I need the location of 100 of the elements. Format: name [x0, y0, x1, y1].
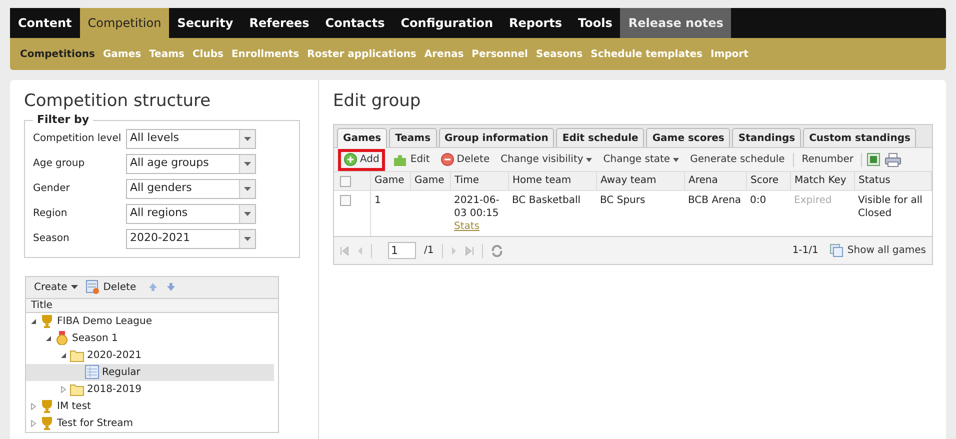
- tree-item[interactable]: 2020-2021: [26, 346, 278, 364]
- delete-document-icon: [86, 280, 100, 294]
- tab[interactable]: Game scores: [646, 128, 730, 147]
- trophy-icon: [40, 399, 54, 413]
- minus-icon: [440, 153, 454, 166]
- column-header: Title: [26, 298, 278, 312]
- puzzle-icon: [393, 152, 408, 166]
- panel-title: Edit group: [333, 90, 422, 112]
- nav-tab[interactable]: Release notes: [620, 8, 732, 38]
- next-page-icon[interactable]: [450, 246, 457, 256]
- column-header[interactable]: Game: [370, 172, 410, 190]
- column-header[interactable]: Away team: [596, 172, 684, 190]
- tree-item[interactable]: 2018-2019: [26, 380, 278, 398]
- edit-button[interactable]: Edit: [390, 148, 433, 170]
- caret-icon: [673, 158, 680, 162]
- column-header[interactable]: Status: [854, 172, 932, 190]
- move-down-icon[interactable]: [166, 282, 176, 292]
- sub-nav-link[interactable]: Competitions: [16, 46, 99, 62]
- column-header[interactable]: Home team: [508, 172, 596, 190]
- column-header[interactable]: Game: [410, 172, 450, 190]
- column-header[interactable]: Time: [450, 172, 508, 190]
- pages-icon: [830, 244, 844, 257]
- caret-icon: [244, 236, 251, 240]
- collapse-icon[interactable]: [45, 334, 52, 342]
- nav-tab[interactable]: Referees: [241, 8, 318, 38]
- first-page-icon[interactable]: [340, 246, 349, 256]
- tree-item[interactable]: IM test: [26, 398, 278, 414]
- expand-icon[interactable]: [30, 420, 37, 426]
- nav-tab[interactable]: Competition: [80, 8, 170, 38]
- nav-tab[interactable]: Contacts: [317, 8, 393, 38]
- tab[interactable]: Games: [337, 128, 388, 148]
- toolbar-button[interactable]: Renumber: [798, 148, 856, 170]
- filter-legend: Filter by: [33, 112, 94, 128]
- nav-tab[interactable]: Tools: [570, 8, 620, 38]
- table-cell-text: 2021-06-03 00:15: [454, 194, 500, 220]
- caret-icon: [244, 212, 251, 216]
- dropdown[interactable]: All genders: [126, 178, 256, 198]
- medal-icon: [55, 331, 69, 345]
- tree-item[interactable]: Regular: [26, 364, 274, 380]
- page-range: 1-1/1: [792, 244, 818, 258]
- tree-item[interactable]: Season 1: [26, 330, 278, 346]
- checkbox[interactable]: [340, 176, 351, 188]
- column-header[interactable]: Score: [746, 172, 790, 190]
- dropdown[interactable]: 2020-2021: [126, 228, 256, 248]
- tab[interactable]: Edit schedule: [556, 128, 644, 147]
- caret-icon: [71, 285, 78, 289]
- field-label: Region: [33, 207, 68, 221]
- add-button[interactable]: Add: [338, 148, 386, 170]
- create-menu[interactable]: Create: [34, 280, 78, 294]
- printer-icon[interactable]: [885, 152, 902, 166]
- nav-tab[interactable]: Reports: [501, 8, 570, 38]
- table-cell-text: BC Spurs: [600, 194, 646, 206]
- dropdown[interactable]: All age groups: [126, 154, 256, 174]
- show-all-button[interactable]: Show all games: [830, 243, 926, 258]
- delete-button[interactable]: Delete: [86, 280, 136, 294]
- table-cell-text: Visible for all Closed: [858, 194, 924, 220]
- nav-tab[interactable]: Content: [10, 8, 80, 38]
- column-header[interactable]: Match Key: [790, 172, 854, 190]
- checkbox[interactable]: [340, 194, 351, 206]
- expand-icon[interactable]: [60, 386, 67, 392]
- tree-item[interactable]: Test for Stream: [26, 414, 278, 432]
- spreadsheet-icon[interactable]: [867, 153, 880, 166]
- trophy-icon: [40, 416, 54, 430]
- previous-page-icon[interactable]: [357, 246, 363, 256]
- field-label: Season: [33, 232, 70, 246]
- nav-tab[interactable]: Configuration: [392, 8, 501, 38]
- table-cell-text: 0:0: [750, 194, 768, 206]
- tree-item[interactable]: FIBA Demo League: [26, 312, 278, 330]
- toolbar-button[interactable]: Generate schedule: [687, 148, 788, 170]
- dropdown[interactable]: All regions: [126, 204, 256, 224]
- field-label: Gender: [33, 182, 71, 196]
- panel-title: Competition structure: [24, 90, 212, 112]
- tab[interactable]: Group information: [438, 128, 554, 147]
- tab[interactable]: Standings: [732, 128, 802, 147]
- plus-icon: [344, 153, 357, 166]
- caret-icon: [244, 136, 251, 140]
- column-header[interactable]: Arena: [684, 172, 746, 190]
- dropdown[interactable]: All levels: [126, 128, 256, 148]
- refresh-icon[interactable]: [490, 244, 503, 256]
- caret-icon: [586, 158, 592, 162]
- collapse-icon[interactable]: [30, 318, 37, 324]
- page-count: /1: [424, 244, 434, 258]
- schedule-icon: [85, 365, 99, 379]
- menu-button[interactable]: Change state: [600, 148, 682, 170]
- tab[interactable]: Custom standings: [803, 128, 916, 147]
- last-page-icon[interactable]: [464, 246, 474, 256]
- table-cell-text: BC Basketball: [512, 194, 582, 206]
- table-cell-text: Expired: [794, 194, 833, 206]
- tab[interactable]: Teams: [389, 128, 437, 147]
- caret-icon: [244, 162, 251, 166]
- menu-button[interactable]: Change visibility: [498, 148, 596, 170]
- nav-tab[interactable]: Security: [169, 8, 242, 38]
- delete-button[interactable]: Delete: [438, 148, 493, 170]
- expand-icon[interactable]: [30, 402, 37, 410]
- trophy-icon: [40, 314, 54, 328]
- page-field[interactable]: 1: [388, 242, 416, 259]
- caret-icon: [244, 186, 251, 190]
- move-up-icon[interactable]: [148, 282, 158, 292]
- field-label: Age group: [33, 157, 86, 171]
- collapse-icon[interactable]: [60, 352, 67, 358]
